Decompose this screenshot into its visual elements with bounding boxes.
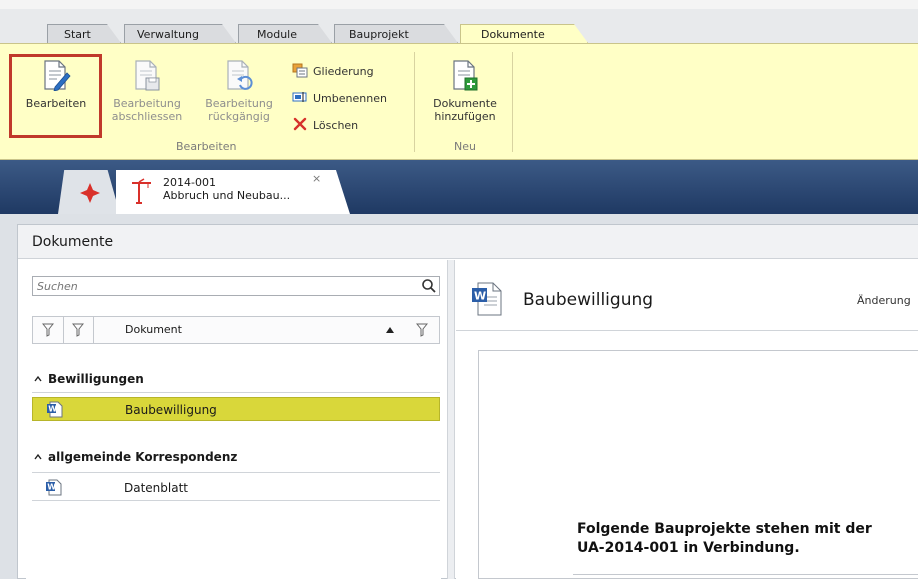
rename-label: Umbenennen <box>313 91 387 105</box>
group-label-bearbeiten: Bearbeiten <box>176 140 237 153</box>
finish-editing-button[interactable]: Bearbeitung abschliessen <box>101 59 193 123</box>
home-compass-icon <box>80 183 100 206</box>
undo-editing-label-1: Bearbeitung <box>205 97 273 110</box>
edit-button-highlight-frame <box>9 54 102 138</box>
pane-splitter[interactable] <box>447 260 455 579</box>
detail-divider <box>456 330 918 331</box>
finish-editing-label-1: Bearbeitung <box>113 97 181 110</box>
delete-label: Löschen <box>313 118 359 132</box>
changes-label: Änderung <box>857 294 911 307</box>
structure-label: Gliederung <box>313 64 374 78</box>
tab-bauprojekt-label: Bauprojekt <box>349 28 409 41</box>
project-name: Abbruch und Neubau... <box>163 189 291 202</box>
chevron-up-icon <box>34 372 42 386</box>
tab-module[interactable]: Module <box>238 24 332 43</box>
document-name: Baubewilligung <box>125 403 217 417</box>
close-tab-icon[interactable]: × <box>312 172 321 185</box>
filter-icon <box>72 323 84 337</box>
group-divider <box>32 472 440 473</box>
crane-icon <box>130 178 152 207</box>
svg-text:W: W <box>48 405 57 414</box>
search-icon[interactable] <box>421 278 437 297</box>
finish-editing-label-2: abschliessen <box>111 110 183 123</box>
column-filter-icon[interactable] <box>415 323 429 340</box>
filter-column-1[interactable] <box>33 317 64 343</box>
search-field[interactable] <box>32 276 440 296</box>
undo-editing-label-2: rückgängig <box>208 110 270 123</box>
word-document-large-icon: W <box>472 282 502 319</box>
tab-verwaltung-label: Verwaltung <box>137 28 199 41</box>
add-documents-label-2: hinzufügen <box>434 110 496 123</box>
panel-title: Dokumente <box>32 234 114 250</box>
list-item-selected[interactable]: W Baubewilligung <box>32 397 440 421</box>
ribbon-group-separator-2 <box>512 52 513 152</box>
structure-icon <box>292 62 308 81</box>
preview-text-line-1: Folgende Bauprojekte stehen mit der <box>577 521 872 537</box>
tab-start-label: Start <box>64 28 91 41</box>
tab-module-label: Module <box>257 28 297 41</box>
document-undo-icon <box>196 59 282 94</box>
group-label-neu: Neu <box>454 140 476 153</box>
document-add-icon <box>420 59 510 94</box>
document-title: Baubewilligung <box>523 290 654 310</box>
group-header-bewilligungen[interactable]: Bewilligungen <box>34 372 144 386</box>
add-documents-label-1: Dokumente <box>433 97 497 110</box>
add-documents-button[interactable]: Dokumente hinzufügen <box>420 59 510 123</box>
panel-header <box>18 225 918 259</box>
ribbon-group-separator <box>414 52 415 152</box>
preview-text-line-2: UA-2014-001 in Verbindung. <box>577 540 800 556</box>
tab-verwaltung[interactable]: Verwaltung <box>124 24 236 43</box>
filter-icon <box>42 323 54 337</box>
list-item[interactable]: W Datenblatt <box>32 476 440 500</box>
undo-editing-button[interactable]: Bearbeitung rückgängig <box>196 59 282 123</box>
preview-rule <box>573 574 918 575</box>
rename-button[interactable]: Umbenennen <box>292 89 387 107</box>
tab-dokumente[interactable]: Dokumente <box>460 24 588 43</box>
structure-button[interactable]: Gliederung <box>292 62 374 80</box>
search-input[interactable] <box>33 277 411 295</box>
filter-column-2[interactable] <box>63 317 94 343</box>
document-name: Datenblatt <box>124 481 189 495</box>
project-tab[interactable]: 2014-001 Abbruch und Neubau... × <box>116 170 350 214</box>
group-header-korrespondenz[interactable]: allgemeinde Korrespondenz <box>34 450 237 464</box>
svg-text:W: W <box>474 290 486 303</box>
tab-dokumente-label: Dokumente <box>481 28 545 41</box>
project-number: 2014-001 <box>163 176 216 189</box>
rename-icon <box>292 89 308 108</box>
document-save-icon <box>101 59 193 94</box>
row-divider <box>32 500 440 501</box>
sort-ascending-icon[interactable] <box>385 324 395 338</box>
column-header-row: Dokument <box>32 316 440 344</box>
group-label: Bewilligungen <box>48 372 144 386</box>
word-document-icon: W <box>46 479 62 499</box>
column-document-label[interactable]: Dokument <box>125 323 182 336</box>
tab-bauprojekt[interactable]: Bauprojekt <box>334 24 458 43</box>
chevron-up-icon <box>34 450 42 464</box>
delete-button[interactable]: Löschen <box>292 116 358 134</box>
group-label: allgemeinde Korrespondenz <box>48 450 238 464</box>
word-document-icon: W <box>47 401 63 421</box>
group-divider <box>32 392 440 393</box>
window-top-bar <box>0 0 918 9</box>
svg-text:W: W <box>47 483 56 492</box>
delete-x-icon <box>292 116 308 135</box>
